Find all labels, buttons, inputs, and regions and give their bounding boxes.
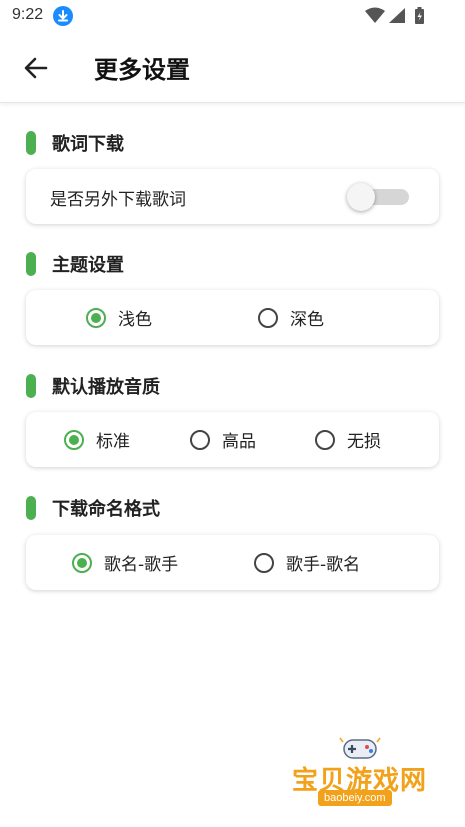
quality-card: 标准 高品 无损	[26, 412, 439, 467]
radio-checked-icon	[86, 307, 106, 328]
radio-theme-light[interactable]: 浅色	[86, 290, 152, 345]
radio-label: 高品	[222, 432, 256, 452]
section-marker	[26, 252, 36, 276]
watermark: 宝贝游戏网 baobeiy.com	[282, 734, 442, 814]
status-bar: 9:22	[0, 0, 465, 32]
download-icon	[53, 6, 73, 26]
signal-icon	[389, 8, 405, 23]
status-time: 9:22	[12, 6, 44, 23]
theme-card: 浅色 深色	[26, 290, 439, 345]
app-header: 更多设置	[0, 32, 465, 103]
radio-quality-lossless[interactable]: 无损	[315, 412, 381, 467]
lyrics-download-toggle[interactable]	[347, 183, 411, 211]
section-title: 默认播放音质	[52, 377, 160, 398]
radio-naming-song-artist[interactable]: 歌名-歌手	[72, 535, 178, 590]
toggle-thumb	[347, 183, 375, 211]
section-title: 主题设置	[52, 255, 124, 276]
watermark-url: baobeiy.com	[318, 790, 392, 806]
radio-naming-artist-song[interactable]: 歌手-歌名	[254, 535, 360, 590]
radio-checked-icon	[64, 429, 84, 450]
radio-quality-standard[interactable]: 标准	[64, 412, 130, 467]
radio-theme-dark[interactable]: 深色	[258, 290, 324, 345]
radio-label: 浅色	[118, 310, 152, 330]
gamepad-icon	[338, 734, 382, 762]
section-marker	[26, 374, 36, 398]
radio-label: 标准	[96, 432, 130, 452]
radio-unchecked-icon	[315, 429, 335, 450]
naming-card: 歌名-歌手 歌手-歌名	[26, 535, 439, 590]
radio-label: 无损	[347, 432, 381, 452]
radio-label: 深色	[290, 310, 324, 330]
section-naming-format: 下载命名格式	[26, 495, 160, 521]
back-arrow-icon[interactable]	[22, 54, 50, 82]
radio-unchecked-icon	[190, 429, 210, 450]
battery-icon	[415, 7, 424, 24]
radio-unchecked-icon	[258, 307, 278, 328]
radio-label: 歌手-歌名	[286, 555, 361, 575]
lyrics-download-card: 是否另外下载歌词	[26, 169, 439, 224]
page-title: 更多设置	[94, 56, 190, 84]
section-marker	[26, 131, 36, 155]
radio-checked-icon	[72, 552, 92, 573]
radio-unchecked-icon	[254, 552, 274, 573]
section-title: 歌词下载	[52, 134, 124, 155]
section-playback-quality: 默认播放音质	[26, 373, 160, 399]
section-theme: 主题设置	[26, 251, 124, 277]
status-icons	[365, 6, 435, 30]
wifi-icon	[365, 7, 385, 23]
section-marker	[26, 496, 36, 520]
section-title: 下载命名格式	[52, 499, 160, 520]
lyrics-download-label: 是否另外下载歌词	[50, 190, 186, 210]
radio-quality-high[interactable]: 高品	[190, 412, 256, 467]
radio-label: 歌名-歌手	[104, 555, 179, 575]
section-lyrics-download: 歌词下载	[26, 130, 124, 156]
